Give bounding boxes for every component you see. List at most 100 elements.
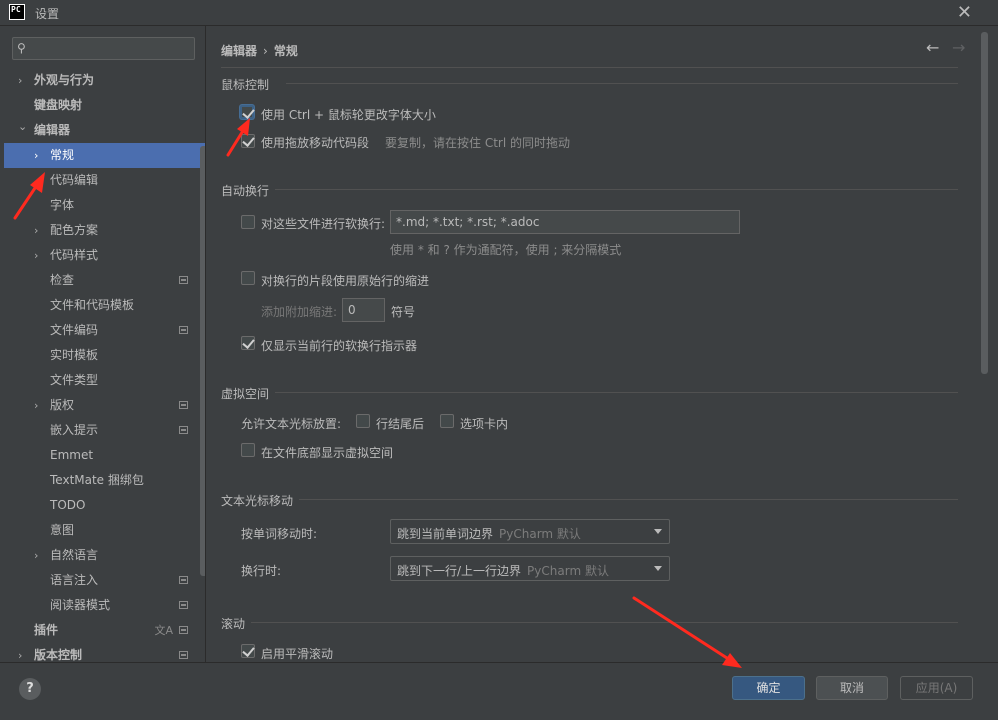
translate-icon: 文A [154,624,173,637]
softwrap-files-checkbox[interactable] [241,215,255,229]
sidebar-item-label: 代码样式 [50,248,99,262]
chevron-right-icon[interactable]: › [34,218,38,243]
sidebar-item[interactable]: › 外观与行为 [4,68,205,93]
sidebar-item[interactable]: ⌄ 编辑器 [4,118,205,143]
section-divider [299,499,958,500]
section-title-mouse: 鼠标控制 [221,78,270,92]
drag-move-checkbox[interactable] [241,134,255,148]
cancel-button[interactable]: 取消 [816,676,888,700]
current-line-indicator-label[interactable]: 仅显示当前行的软换行指示器 [261,337,417,354]
settings-content: 编辑器 › 常规 ← → 鼠标控制 使用 Ctrl + 鼠标轮更改字体大小 使用拖放… [206,26,998,662]
chevron-right-icon[interactable]: › [34,143,38,168]
header-divider [221,67,958,68]
breadcrumb-current: 常规 [273,44,298,58]
smooth-scroll-checkbox[interactable] [241,644,255,658]
sidebar-item[interactable]: 键盘映射 [4,93,205,118]
apply-button[interactable]: 应用(A) [900,676,973,700]
sidebar-item[interactable]: › 代码样式 [4,243,205,268]
settings-search-field[interactable]: ⚲ [12,37,195,60]
original-indent-checkbox[interactable] [241,271,255,285]
sidebar-item[interactable]: › 版本控制 [4,643,205,662]
sidebar-item[interactable]: › 自然语言 [4,543,205,568]
back-arrow-icon[interactable]: ← [926,38,939,57]
chevron-right-icon[interactable]: › [34,393,38,418]
sidebar-item[interactable]: 文件类型 [4,368,205,393]
sidebar-item-label: 文件类型 [50,373,99,387]
pycharm-logo-icon: PC [9,4,25,20]
chevron-right-icon[interactable]: › [18,68,22,93]
forward-arrow-icon[interactable]: → [952,38,965,57]
section-divider [275,392,958,393]
chevron-right-icon[interactable]: › [34,543,38,568]
dialog-footer: ? 确定 取消 应用(A) [0,662,998,720]
virtual-space-bottom-checkbox[interactable] [241,443,255,457]
settings-tree: › 外观与行为 键盘映射 ⌄ 编辑器 › 常规 代码编辑 字体 › 配色方案 › 代码样式 检查 文件和代码… [4,68,205,662]
chevron-right-icon[interactable]: › [34,243,38,268]
project-scope-icon [179,576,188,584]
extra-indent-input[interactable] [342,298,385,322]
inside-tab-checkbox[interactable] [440,414,454,428]
section-divider [251,622,958,623]
drag-move-label[interactable]: 使用拖放移动代码段 [261,134,369,151]
project-scope-icon [179,401,188,409]
sidebar-item[interactable]: 嵌入提示 [4,418,205,443]
search-input[interactable] [35,40,190,57]
sidebar-item[interactable]: 字体 [4,193,205,218]
section-divider [275,189,958,190]
drag-move-hint: 要复制，请在按住 Ctrl 的同时拖动 [385,136,570,150]
line-move-default: PyCharm 默认 [527,564,609,578]
ctrl-wheel-font-label[interactable]: 使用 Ctrl + 鼠标轮更改字体大小 [261,106,436,123]
sidebar-item[interactable]: 插件 文A [4,618,205,643]
chevron-down-icon[interactable]: ⌄ [18,114,27,139]
original-indent-label[interactable]: 对换行的片段使用原始行的缩进 [261,272,429,289]
ok-button[interactable]: 确定 [732,676,805,700]
sidebar-item-label: 插件 [34,623,59,637]
sidebar-item[interactable]: 意图 [4,518,205,543]
sidebar-item[interactable]: 阅读器模式 [4,593,205,618]
sidebar-item[interactable]: 文件编码 [4,318,205,343]
line-move-dropdown[interactable]: 跳到下一行/上一行边界 PyCharm 默认 [390,556,670,581]
sidebar-item[interactable]: 语言注入 [4,568,205,593]
sidebar-item[interactable]: › 配色方案 [4,218,205,243]
sidebar-item-label: 自然语言 [50,548,99,562]
sidebar-item-label: 配色方案 [50,223,99,237]
sidebar-item[interactable]: TextMate 捆绑包 [4,468,205,493]
ctrl-wheel-font-checkbox[interactable] [240,105,254,119]
sidebar-item[interactable]: 实时模板 [4,343,205,368]
after-line-end-checkbox[interactable] [356,414,370,428]
sidebar-item-label: TextMate 捆绑包 [50,473,144,487]
softwrap-files-hint: 使用 * 和 ? 作为通配符，使用 ; 来分隔模式 [390,243,622,257]
window-title: 设置 [35,7,60,21]
softwrap-files-input[interactable] [390,210,740,234]
breadcrumb-parent[interactable]: 编辑器 [221,44,257,58]
project-scope-icon [179,326,188,334]
close-icon[interactable]: ✕ [957,2,972,23]
sidebar-item-label: 常规 [50,148,75,162]
virtual-space-bottom-label[interactable]: 在文件底部显示虚拟空间 [261,444,393,461]
project-scope-icon [179,276,188,284]
sidebar-item-label: 字体 [50,198,75,212]
sidebar-item[interactable]: TODO [4,493,205,518]
chevron-down-icon [654,529,662,534]
word-move-dropdown[interactable]: 跳到当前单词边界 PyCharm 默认 [390,519,670,544]
sidebar-item[interactable]: › 常规 [4,143,205,168]
softwrap-files-label[interactable]: 对这些文件进行软换行: [261,215,385,232]
inside-tab-label[interactable]: 选项卡内 [460,415,508,432]
sidebar-item-label: 版权 [50,398,75,412]
sidebar-item-label: TODO [50,498,86,512]
project-scope-icon [179,626,188,634]
content-scrollbar[interactable] [981,32,988,374]
current-line-indicator-checkbox[interactable] [241,336,255,350]
chevron-right-icon[interactable]: › [18,643,22,662]
sidebar-item-label: 文件编码 [50,323,99,337]
breadcrumb: 编辑器 › 常规 [221,42,298,59]
smooth-scroll-label[interactable]: 启用平滑滚动 [261,645,333,662]
help-button[interactable]: ? [19,678,41,700]
sidebar-item[interactable]: 检查 [4,268,205,293]
sidebar-item[interactable]: › 版权 [4,393,205,418]
sidebar-item[interactable]: 文件和代码模板 [4,293,205,318]
sidebar-item[interactable]: 代码编辑 [4,168,205,193]
after-line-end-label[interactable]: 行结尾后 [376,415,424,432]
sidebar-item[interactable]: Emmet [4,443,205,468]
section-divider [286,83,958,84]
